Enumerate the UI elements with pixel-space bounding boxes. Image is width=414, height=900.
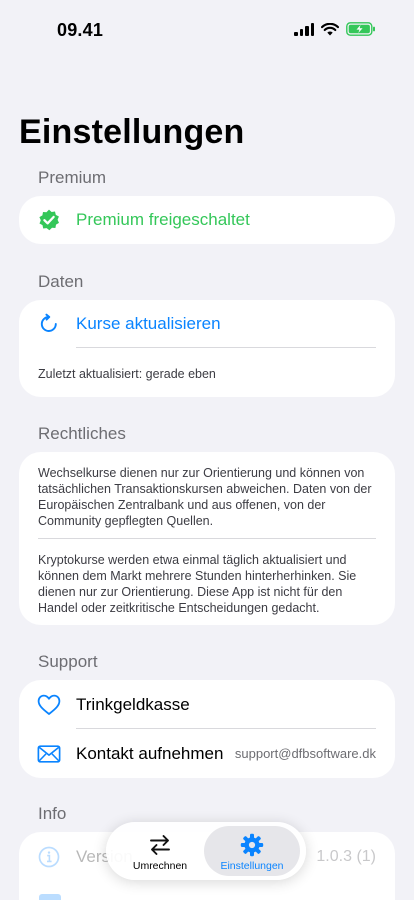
last-updated-text: Zuletzt aktualisiert: gerade eben xyxy=(38,367,216,381)
page-title: Einstellungen xyxy=(19,113,245,151)
info-circle-icon xyxy=(37,845,61,869)
refresh-icon xyxy=(37,312,61,336)
support-card: Trinkgeldkasse Kontakt aufnehmen support… xyxy=(19,680,395,778)
envelope-icon xyxy=(37,742,61,766)
gear-icon xyxy=(240,833,264,862)
data-card: Kurse aktualisieren Zuletzt aktualisiert… xyxy=(19,300,395,397)
tab-settings-label: Einstellungen xyxy=(220,860,284,872)
section-header-info: Info xyxy=(38,804,67,823)
next-row-icon xyxy=(39,894,61,900)
legal-paragraph-exchange-rates: Wechselkurse dienen nur zur Orientierung… xyxy=(38,466,372,528)
status-icons xyxy=(294,22,376,36)
status-time: 09.41 xyxy=(57,20,104,40)
contact-button[interactable]: Kontakt aufnehmen support@dfbsoftware.dk xyxy=(19,729,395,778)
section-header-support: Support xyxy=(38,652,98,671)
contact-label: Kontakt aufnehmen xyxy=(76,743,224,763)
status-bar: 09.41 xyxy=(0,0,414,60)
divider xyxy=(38,538,376,539)
section-header-premium: Premium xyxy=(38,168,107,187)
cellular-signal-icon xyxy=(294,22,314,36)
refresh-rates-label: Kurse aktualisieren xyxy=(76,314,221,333)
tab-settings[interactable]: Einstellungen xyxy=(204,826,300,876)
tip-jar-button[interactable]: Trinkgeldkasse xyxy=(19,680,395,729)
legal-paragraph-crypto: Kryptokurse werden etwa einmal täglich a… xyxy=(38,553,357,615)
section-header-legal: Rechtliches xyxy=(38,424,126,443)
tip-jar-label: Trinkgeldkasse xyxy=(76,694,190,714)
battery-charging-icon xyxy=(346,22,375,36)
tab-convert[interactable]: Umrechnen xyxy=(112,826,208,876)
tab-convert-label: Umrechnen xyxy=(132,860,188,872)
arrows-exchange-icon xyxy=(148,833,172,862)
contact-email: support@dfbsoftware.dk xyxy=(234,746,376,761)
premium-status-label: Premium freigeschaltet xyxy=(76,210,250,229)
version-value: 1.0.3 (1) xyxy=(316,848,376,865)
divider xyxy=(76,347,376,348)
premium-card: Premium freigeschaltet xyxy=(19,196,395,244)
refresh-rates-button[interactable]: Kurse aktualisieren xyxy=(19,300,395,348)
wifi-icon xyxy=(321,22,339,35)
legal-card: Wechselkurse dienen nur zur Orientierung… xyxy=(19,452,395,625)
section-header-data: Daten xyxy=(38,272,84,291)
verified-checkmark-icon xyxy=(37,208,61,232)
tab-bar: Umrechnen Einstellungen xyxy=(106,822,306,880)
premium-status-row: Premium freigeschaltet xyxy=(19,196,395,244)
heart-icon xyxy=(37,693,61,717)
